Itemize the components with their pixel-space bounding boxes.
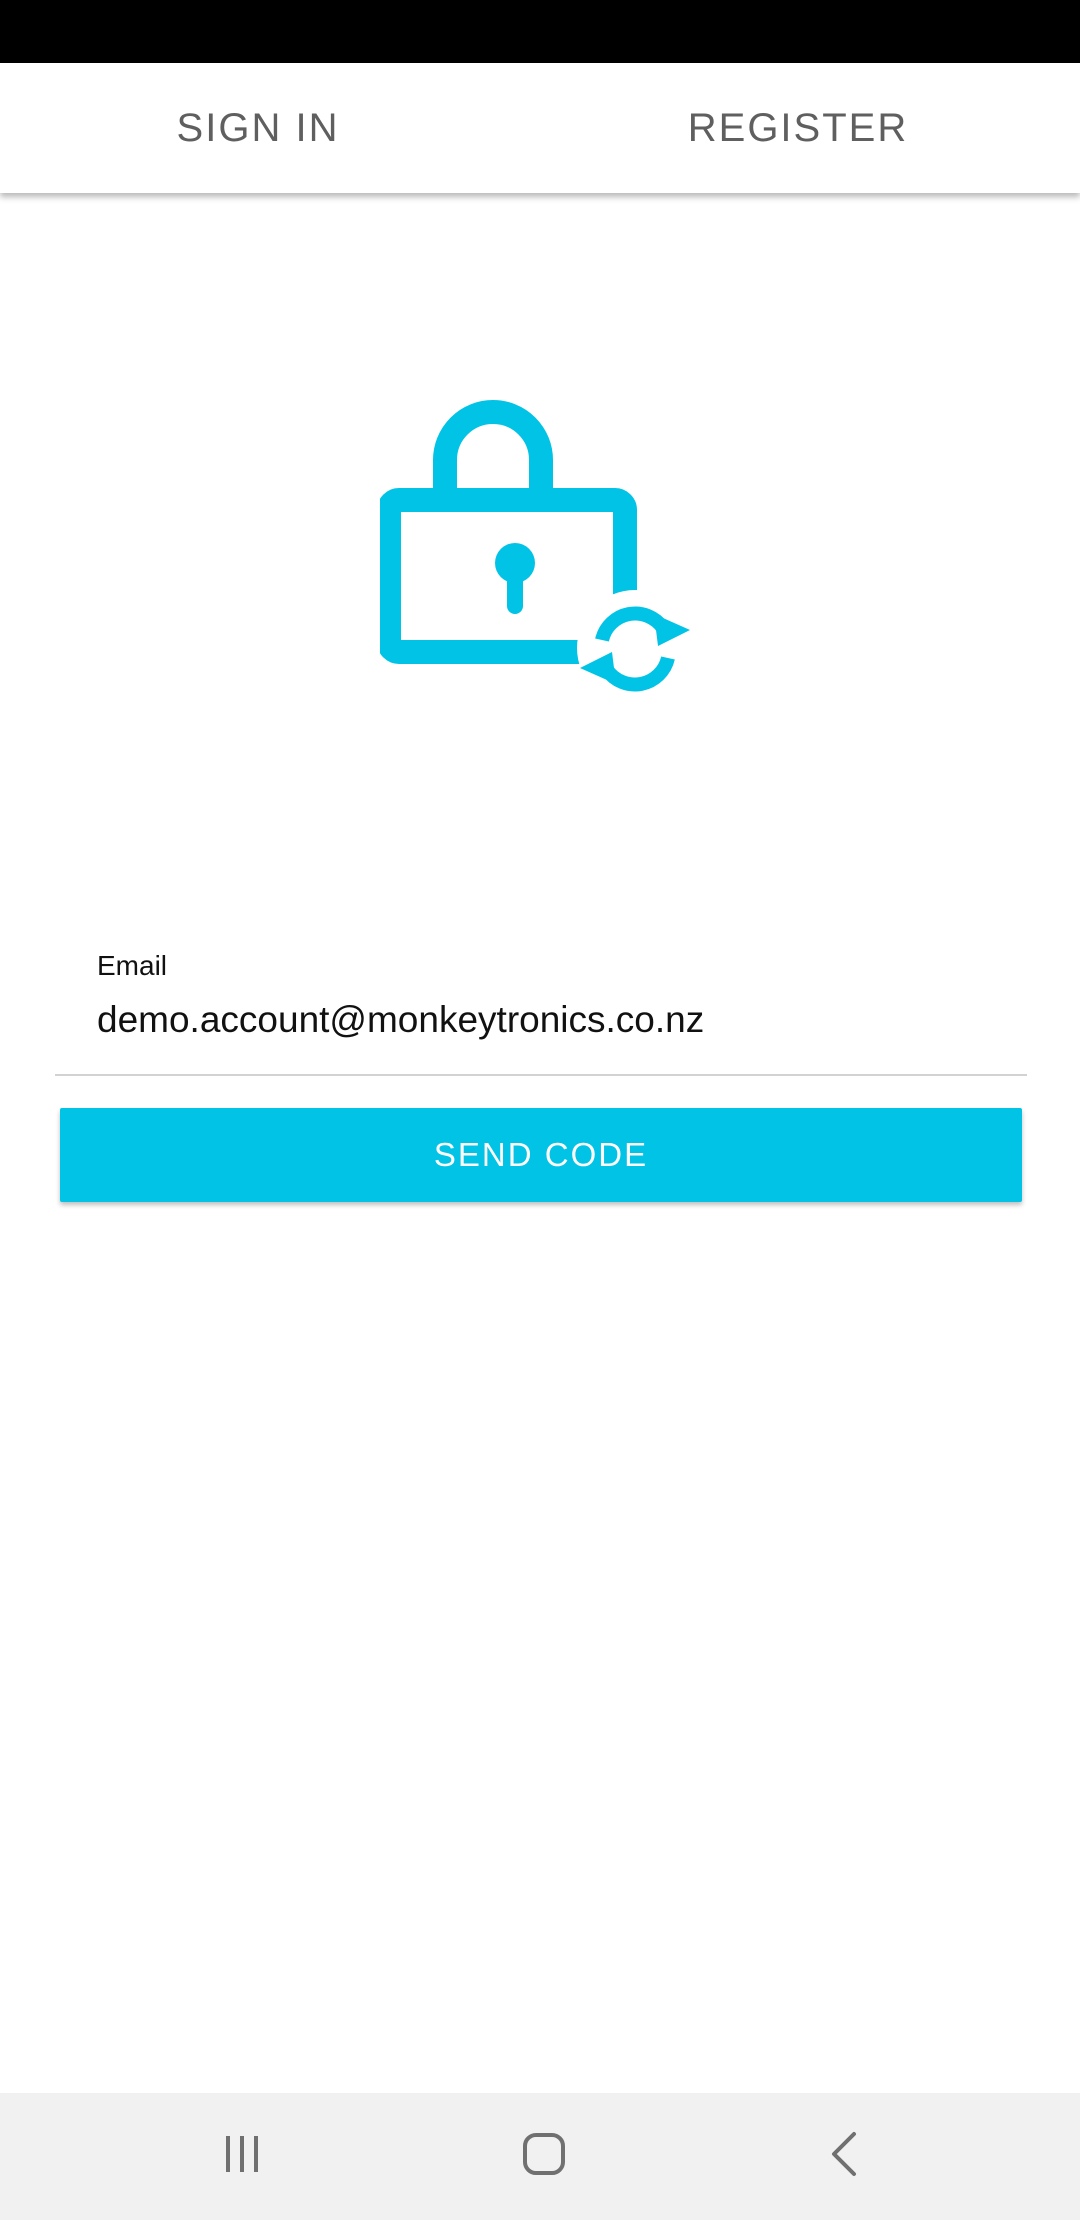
home-icon: [520, 2130, 568, 2183]
back-icon: [822, 2130, 870, 2183]
system-nav-bar: [0, 2093, 1080, 2220]
home-button[interactable]: [444, 2093, 644, 2220]
status-bar: [0, 0, 1080, 63]
tab-bar: SIGN IN REGISTER: [0, 63, 1080, 193]
tab-register[interactable]: REGISTER: [540, 63, 1056, 193]
send-code-button[interactable]: SEND CODE: [60, 1108, 1022, 1202]
lock-reset-icon: [377, 378, 700, 706]
tab-sign-in[interactable]: SIGN IN: [0, 63, 516, 193]
email-field[interactable]: [97, 990, 1017, 1050]
recents-button[interactable]: [142, 2093, 342, 2220]
email-underline: [55, 1074, 1027, 1076]
recents-icon: [218, 2130, 266, 2183]
email-label: Email: [97, 950, 168, 981]
back-button[interactable]: [746, 2093, 946, 2220]
